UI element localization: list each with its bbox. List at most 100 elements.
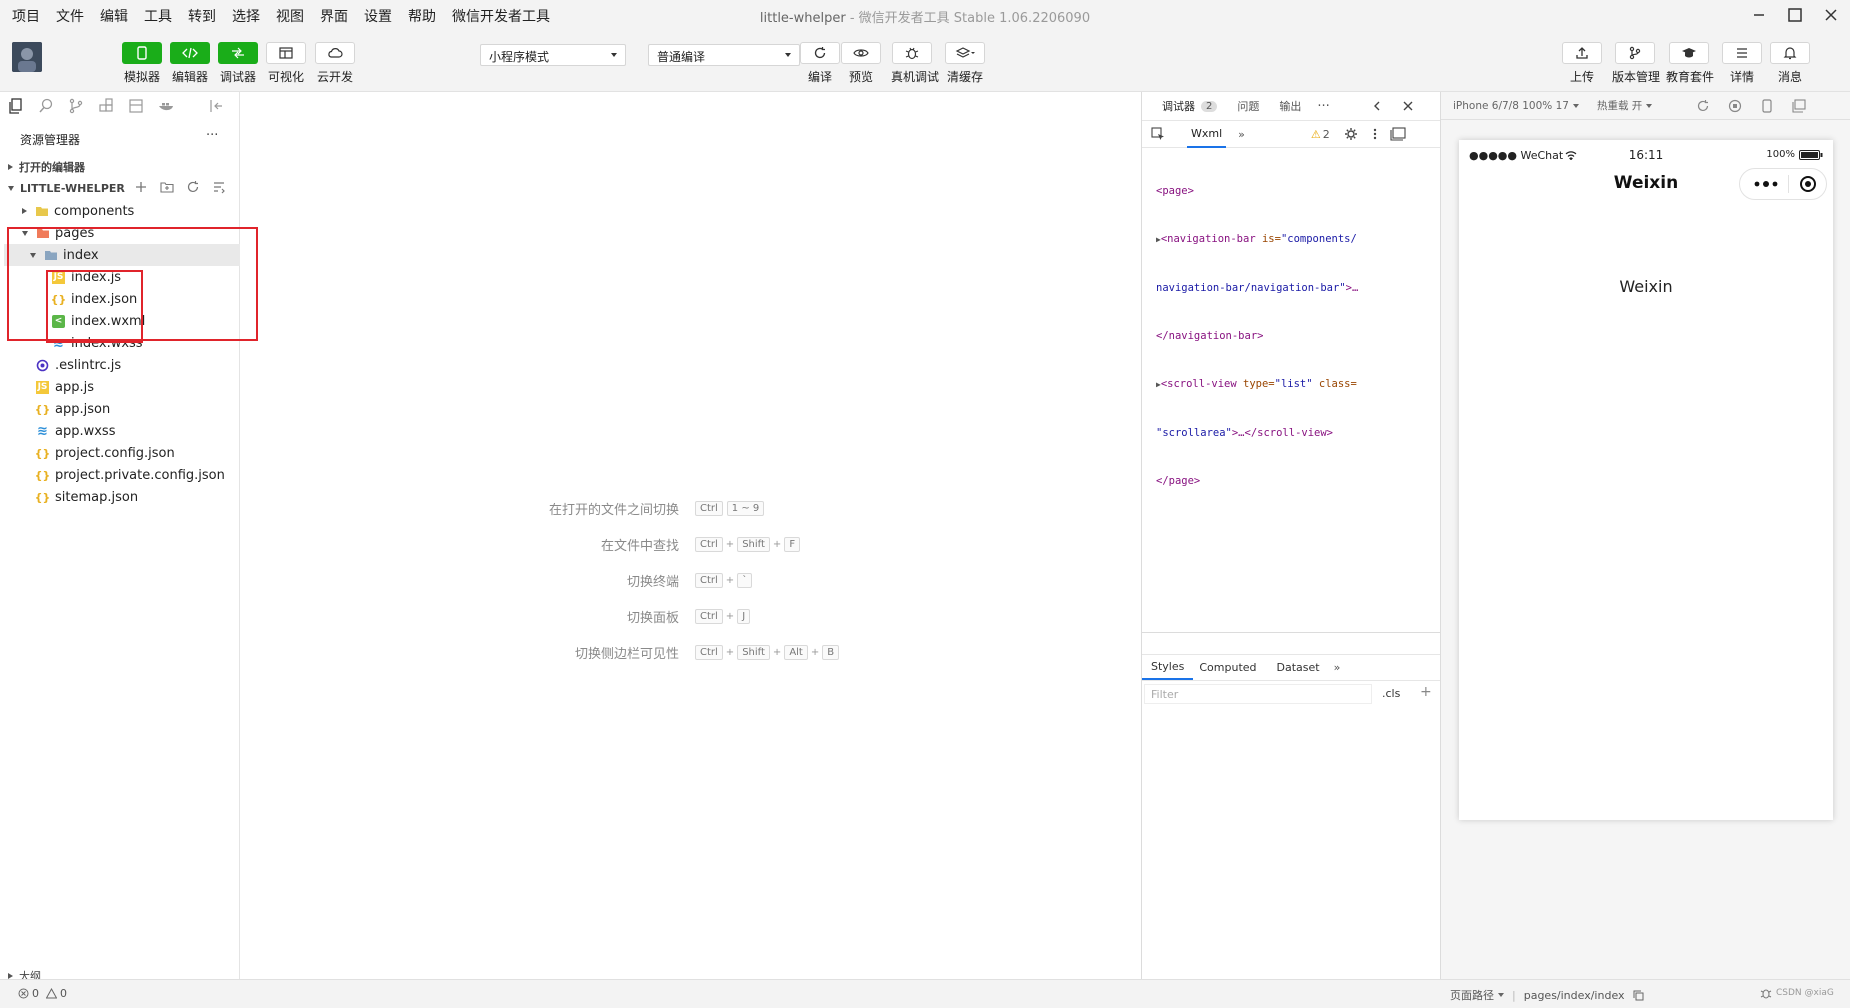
tree-file-app-json[interactable]: {} app.json	[35, 398, 111, 420]
inspect-element-icon[interactable]	[1151, 127, 1165, 141]
tree-folder-components[interactable]: components	[22, 200, 134, 222]
wxml-node-scroll-view[interactable]: ▶<scroll-view type="list" class=	[1156, 376, 1358, 393]
kebab-menu-icon[interactable]	[1372, 127, 1378, 141]
chevrons-right-icon[interactable]: »	[1334, 661, 1341, 674]
messages-icon-box[interactable]	[1770, 42, 1810, 64]
tab-wxml[interactable]: Wxml	[1187, 121, 1227, 148]
dock-side-icon[interactable]	[1390, 127, 1406, 141]
collapse-all-icon[interactable]	[212, 180, 226, 194]
avatar[interactable]	[12, 42, 42, 72]
visual-button[interactable]: 可视化	[264, 42, 308, 85]
compile-icon-box[interactable]	[800, 42, 840, 64]
project-section[interactable]: LITTLE-WHELPER	[8, 182, 125, 195]
docker-icon[interactable]	[158, 98, 176, 114]
debugger-button[interactable]: 调试器	[216, 42, 260, 85]
simulator-toggle[interactable]	[122, 42, 162, 64]
upload-icon-box[interactable]	[1562, 42, 1602, 64]
messages-button[interactable]: 消息	[1768, 42, 1812, 85]
visual-toggle[interactable]	[266, 42, 306, 64]
new-folder-icon[interactable]	[160, 180, 174, 194]
popout-icon[interactable]	[1792, 98, 1806, 113]
bug-icon[interactable]	[1760, 987, 1772, 999]
gear-icon[interactable]	[1344, 127, 1358, 141]
warning-count[interactable]: 2	[1323, 128, 1330, 141]
extensions-icon[interactable]	[98, 98, 114, 114]
close-icon[interactable]	[1402, 100, 1414, 112]
tab-issues[interactable]: 问题	[1237, 98, 1259, 114]
page-body-text: Weixin	[1619, 277, 1673, 296]
details-icon-box[interactable]	[1722, 42, 1762, 64]
phone-icon[interactable]	[1760, 98, 1774, 113]
problems-indicator[interactable]: 0 0	[18, 987, 67, 1000]
debugger-toggle[interactable]	[218, 42, 258, 64]
chevrons-right-icon[interactable]: »	[1238, 128, 1245, 141]
chevron-right-icon	[8, 164, 13, 170]
preview-button[interactable]: 预览	[839, 42, 883, 85]
tree-file-eslintrc[interactable]: .eslintrc.js	[36, 354, 121, 376]
tab-dataset[interactable]: Dataset	[1277, 661, 1320, 674]
compile-button[interactable]: 编译	[798, 42, 842, 85]
page-path-indicator[interactable]: 页面路径 | pages/index/index	[1450, 987, 1644, 1003]
copy-icon[interactable]	[1633, 990, 1644, 1001]
search-icon[interactable]	[38, 98, 54, 114]
remote-debug-button[interactable]: 真机调试	[891, 42, 939, 85]
open-editors-section[interactable]: 打开的编辑器	[8, 159, 85, 175]
close-miniprogram-icon[interactable]	[1799, 175, 1817, 193]
close-window-button[interactable]	[1808, 0, 1850, 30]
code-attr: class=	[1312, 378, 1357, 390]
debugger-more-button[interactable]: ···	[1317, 99, 1329, 114]
device-select[interactable]: iPhone 6/7/8 100% 17	[1453, 100, 1579, 112]
code-icon	[182, 47, 198, 59]
version-button[interactable]: 版本管理	[1612, 42, 1660, 85]
stop-icon[interactable]	[1728, 99, 1742, 113]
cls-toggle[interactable]: .cls	[1382, 687, 1400, 700]
shortcut-label: 切换面板	[626, 611, 679, 626]
chevron-left-icon[interactable]	[1372, 100, 1382, 112]
styles-filter-input[interactable]: Filter	[1144, 684, 1372, 704]
tree-file-app-js[interactable]: JS app.js	[36, 376, 94, 398]
editor-toggle[interactable]	[170, 42, 210, 64]
tab-debugger[interactable]: 调试器	[1162, 98, 1195, 114]
hot-reload-select[interactable]: 热重载 开	[1597, 98, 1653, 113]
upload-button[interactable]: 上传	[1560, 42, 1604, 85]
files-icon[interactable]	[8, 98, 24, 114]
editor-button[interactable]: 编辑器	[168, 42, 212, 85]
refresh-icon[interactable]	[1696, 99, 1710, 113]
cloud-dev-toggle[interactable]	[315, 42, 355, 64]
remote-debug-icon-box[interactable]	[892, 42, 932, 64]
tree-file-project-config[interactable]: {} project.config.json	[35, 442, 175, 464]
code-val: "list"	[1274, 378, 1313, 390]
tab-output[interactable]: 输出	[1279, 98, 1301, 114]
simulator-button[interactable]: 模拟器	[120, 42, 164, 85]
source-control-icon[interactable]	[68, 98, 84, 114]
wxml-node-navigation-bar[interactable]: ▶<navigation-bar is="components/	[1156, 231, 1358, 248]
edu-icon-box[interactable]	[1669, 42, 1709, 64]
add-rule-button[interactable]: +	[1420, 684, 1432, 700]
tree-file-app-wxss[interactable]: ≋ app.wxss	[36, 420, 115, 442]
tree-file-project-private-config[interactable]: {} project.private.config.json	[35, 464, 225, 486]
wxml-tab-label: Wxml	[1191, 126, 1223, 140]
clear-cache-icon-box[interactable]	[945, 42, 985, 64]
tab-styles[interactable]: Styles	[1142, 655, 1194, 680]
compile-mode-select[interactable]: 普通编译	[648, 44, 800, 66]
wxml-node-page[interactable]: <page>	[1156, 183, 1358, 199]
explorer-more-button[interactable]: ···	[206, 128, 218, 143]
preview-label: 预览	[848, 70, 873, 84]
version-icon-box[interactable]	[1615, 42, 1655, 64]
mode-select[interactable]: 小程序模式	[480, 44, 626, 66]
edu-button[interactable]: 教育套件	[1666, 42, 1714, 85]
new-file-icon[interactable]	[134, 180, 148, 194]
clear-cache-button[interactable]: 清缓存	[943, 42, 987, 85]
preview-icon-box[interactable]	[841, 42, 881, 64]
warning-count: 0	[60, 987, 67, 1000]
more-dots-icon[interactable]	[1754, 180, 1778, 188]
storage-icon[interactable]	[128, 98, 144, 114]
tree-file-sitemap[interactable]: {} sitemap.json	[35, 486, 138, 508]
details-button[interactable]: 详情	[1720, 42, 1764, 85]
eye-icon	[853, 49, 869, 57]
tab-computed[interactable]: Computed	[1199, 661, 1256, 674]
refresh-icon[interactable]	[186, 180, 200, 194]
cloud-dev-button[interactable]: 云开发	[313, 42, 357, 85]
shortcut-hint: 切换面板 Ctrl + J	[541, 607, 1041, 626]
collapse-sidebar-icon[interactable]	[208, 98, 224, 114]
